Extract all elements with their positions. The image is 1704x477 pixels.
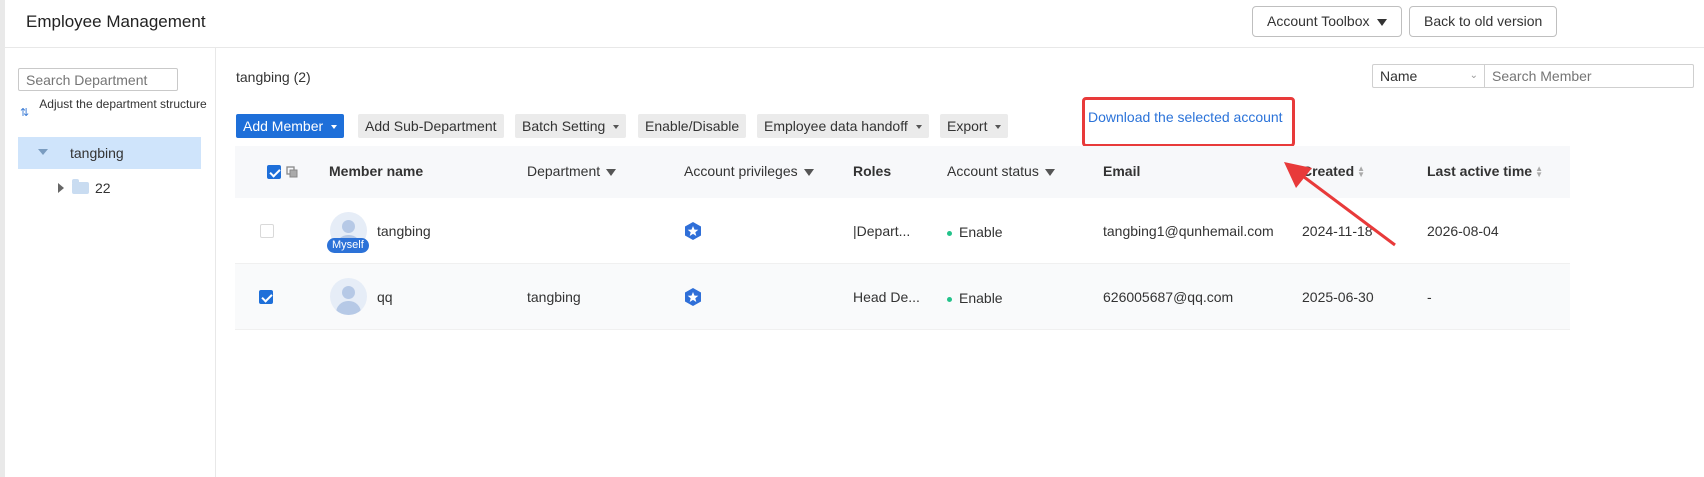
col-last-active-label: Last active time xyxy=(1427,163,1533,179)
tree-item-22[interactable]: 22 xyxy=(18,172,201,204)
member-email: tangbing1@qunhemail.com xyxy=(1103,223,1274,239)
caret-down-icon xyxy=(915,125,922,130)
account-toolbox-button[interactable]: Account Toolbox xyxy=(1252,6,1403,37)
top-bar: Employee Management Account Toolbox Back… xyxy=(5,0,1704,48)
member-created: 2025-06-30 xyxy=(1302,289,1374,305)
member-status: Enable xyxy=(947,224,1003,240)
account-toolbox-label: Account Toolbox xyxy=(1267,13,1370,29)
caret-down-icon xyxy=(613,125,620,130)
search-field-select[interactable]: Name ⌄ xyxy=(1372,64,1485,88)
caret-down-icon xyxy=(995,125,1002,130)
caret-down-icon xyxy=(1377,18,1388,26)
enable-disable-button[interactable]: Enable/Disable xyxy=(638,114,747,138)
member-email: 626005687@qq.com xyxy=(1103,289,1234,305)
member-name[interactable]: tangbing xyxy=(377,223,431,239)
col-roles: Roles xyxy=(853,163,892,179)
member-department: tangbing xyxy=(527,289,581,305)
red-annotation-arrow-icon xyxy=(1284,162,1396,247)
col-account-status-label: Account status xyxy=(947,163,1039,179)
adjust-department-structure-button[interactable]: ⇅ Adjust the department structure xyxy=(18,96,207,132)
col-last-active-time[interactable]: Last active time ▲ ▼ xyxy=(1427,163,1543,179)
avatar xyxy=(330,278,367,315)
app-window: Employee Management Account Toolbox Back… xyxy=(0,0,1704,477)
breadcrumb: tangbing (2) xyxy=(236,69,311,85)
col-account-privileges-label: Account privileges xyxy=(684,163,798,179)
myself-badge: Myself xyxy=(327,238,369,253)
filter-caret-icon xyxy=(606,168,617,176)
filter-caret-icon xyxy=(1044,168,1055,176)
export-label: Export xyxy=(947,118,988,134)
tree-item-label: tangbing xyxy=(70,145,124,161)
chevron-down-icon: ⌄ xyxy=(1469,70,1478,81)
col-account-status[interactable]: Account status xyxy=(947,163,1055,179)
member-last-active: 2026-08-04 xyxy=(1427,223,1499,239)
member-search-input[interactable] xyxy=(1484,64,1694,88)
batch-setting-label: Batch Setting xyxy=(522,118,606,134)
employee-handoff-label: Employee data handoff xyxy=(764,118,908,134)
row-checkbox[interactable] xyxy=(259,290,273,304)
status-label: Enable xyxy=(959,224,1003,240)
search-field-value: Name xyxy=(1380,68,1418,84)
select-all-checkbox[interactable] xyxy=(267,165,281,179)
member-name[interactable]: qq xyxy=(377,289,393,305)
collapse-caret-icon[interactable] xyxy=(58,183,64,193)
status-label: Enable xyxy=(959,290,1003,306)
status-dot-icon xyxy=(947,296,952,302)
member-last-active: - xyxy=(1427,289,1432,305)
highlight-box xyxy=(1082,97,1295,147)
copy-icon[interactable] xyxy=(286,166,298,178)
col-department-label: Department xyxy=(527,163,601,179)
col-member-name: Member name xyxy=(329,163,424,179)
caret-down-icon xyxy=(331,125,338,130)
member-roles: Head De... xyxy=(853,289,920,305)
page-title: Employee Management xyxy=(26,12,206,31)
filter-caret-icon xyxy=(803,168,814,176)
status-dot-icon xyxy=(947,230,952,236)
tree-item-label: 22 xyxy=(95,180,111,196)
employee-data-handoff-button[interactable]: Employee data handoff xyxy=(757,114,929,138)
col-email: Email xyxy=(1103,163,1141,179)
member-panel: tangbing (2) Name ⌄ Add Member Add Sub-D… xyxy=(217,48,1704,477)
department-sidebar: ⇅ Adjust the department structure tangbi… xyxy=(5,48,216,477)
add-member-label: Add Member xyxy=(243,118,324,134)
batch-setting-button[interactable]: Batch Setting xyxy=(515,114,627,138)
col-account-privileges[interactable]: Account privileges xyxy=(684,163,814,179)
table-row[interactable]: qq tangbing Head De... Enable 626005687@… xyxy=(235,264,1570,330)
sort-icon: ▲ ▼ xyxy=(1535,164,1543,180)
back-to-old-version-button[interactable]: Back to old version xyxy=(1409,6,1558,37)
col-department[interactable]: Department xyxy=(527,163,617,179)
admin-privilege-icon xyxy=(685,222,701,240)
export-button[interactable]: Export xyxy=(940,114,1009,138)
member-roles: |Depart... xyxy=(853,223,911,239)
sort-arrows-icon: ⇅ xyxy=(20,107,30,119)
row-checkbox[interactable] xyxy=(260,224,274,238)
add-sub-department-button[interactable]: Add Sub-Department xyxy=(358,114,504,138)
add-member-button[interactable]: Add Member xyxy=(236,114,345,138)
adjust-label: Adjust the department structure xyxy=(39,97,207,111)
tree-item-tangbing[interactable]: tangbing xyxy=(18,137,201,169)
folder-icon xyxy=(72,179,89,194)
member-status: Enable xyxy=(947,290,1003,306)
expand-caret-icon[interactable] xyxy=(38,149,48,155)
department-search-input[interactable] xyxy=(18,68,178,91)
admin-privilege-icon xyxy=(685,288,701,306)
